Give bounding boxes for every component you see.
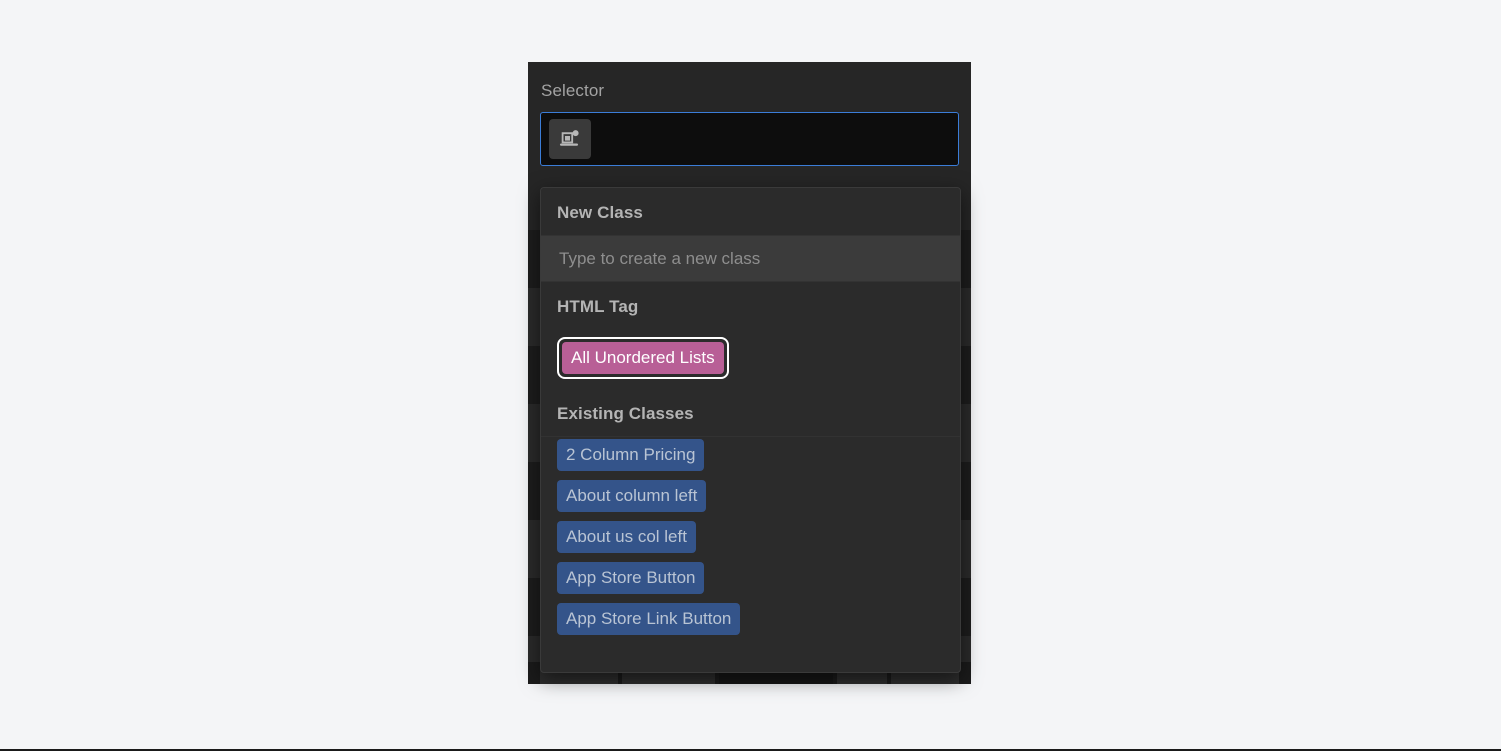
new-class-heading: New Class <box>541 188 960 235</box>
existing-class-chip[interactable]: App Store Button <box>557 562 705 594</box>
existing-class-row: About column left <box>557 480 944 521</box>
new-class-input[interactable] <box>557 247 944 270</box>
html-tag-row: All Unordered Lists <box>541 329 960 389</box>
html-tag-chip[interactable]: All Unordered Lists <box>562 342 724 374</box>
existing-class-chip[interactable]: 2 Column Pricing <box>557 439 705 471</box>
existing-classes-heading: Existing Classes <box>541 389 960 436</box>
existing-class-chip[interactable]: About us col left <box>557 521 696 553</box>
selector-section: Selector <box>528 62 971 166</box>
existing-class-chip[interactable]: App Store Link Button <box>557 603 741 635</box>
new-class-input-row[interactable] <box>541 235 960 282</box>
existing-classes-list: 2 Column Pricing About column left About u… <box>541 437 960 658</box>
selector-dropdown: New Class HTML Tag All Unordered Lists E… <box>540 187 961 673</box>
existing-class-chip[interactable]: About column left <box>557 480 707 512</box>
selector-input[interactable] <box>591 113 950 165</box>
selector-label: Selector <box>541 81 605 100</box>
existing-class-row: About us col left <box>557 521 944 562</box>
existing-class-row: App Store Button <box>557 562 944 603</box>
html-tag-heading: HTML Tag <box>541 282 960 329</box>
existing-class-row: App Store Link Button <box>557 603 944 644</box>
selector-input-container[interactable] <box>540 112 959 166</box>
screen: Selector New Class HTML <box>0 0 1501 751</box>
existing-class-row: 2 Column Pricing <box>557 439 944 480</box>
device-badge-icon[interactable] <box>549 119 591 159</box>
html-tag-focus-ring: All Unordered Lists <box>557 337 729 379</box>
